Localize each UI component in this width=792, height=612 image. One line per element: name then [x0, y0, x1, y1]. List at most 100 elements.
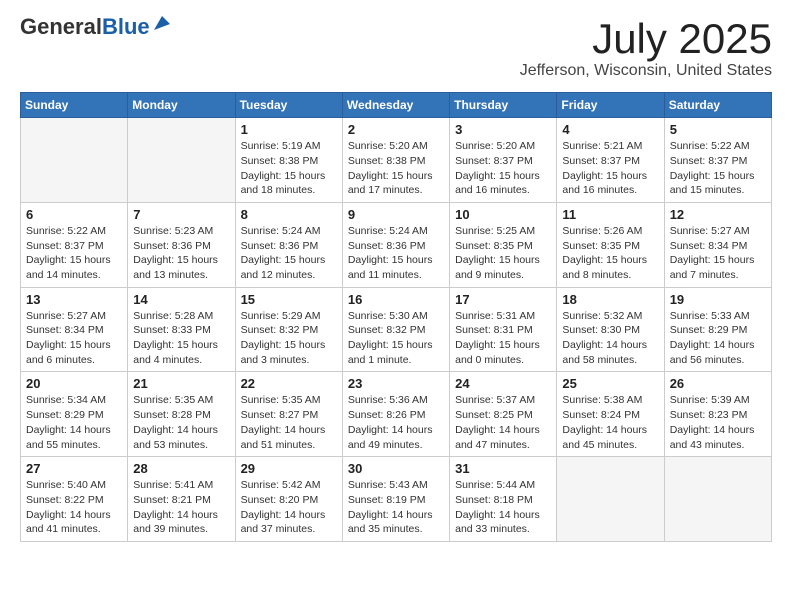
- day-number: 16: [348, 292, 444, 307]
- calendar-cell: 13Sunrise: 5:27 AMSunset: 8:34 PMDayligh…: [21, 287, 128, 372]
- calendar-cell: 11 Sunrise: 5:26 AMSunset: 8:35 PMDayligh…: [557, 202, 664, 287]
- day-number: 25: [562, 376, 658, 391]
- calendar-cell: 4 Sunrise: 5:21 AMSunset: 8:37 PMDaylight…: [557, 118, 664, 203]
- calendar-week-5: 27Sunrise: 5:40 AMSunset: 8:22 PMDayligh…: [21, 457, 772, 542]
- calendar-cell: 23 Sunrise: 5:36 AMSunset: 8:26 PMDayligh…: [342, 372, 449, 457]
- day-info: Sunrise: 5:27 AMSunset: 8:34 PMDaylight:…: [670, 224, 766, 283]
- day-info: Sunrise: 5:41 AMSunset: 8:21 PMDaylight:…: [133, 478, 229, 537]
- day-info: Sunrise: 5:21 AMSunset: 8:37 PMDaylight:…: [562, 139, 658, 198]
- day-number: 7: [133, 207, 229, 222]
- header-thursday: Thursday: [450, 93, 557, 118]
- calendar-cell: 5 Sunrise: 5:22 AMSunset: 8:37 PMDaylight…: [664, 118, 771, 203]
- calendar-cell: 27Sunrise: 5:40 AMSunset: 8:22 PMDayligh…: [21, 457, 128, 542]
- day-info: Sunrise: 5:42 AMSunset: 8:20 PMDaylight:…: [241, 478, 337, 537]
- day-info: Sunrise: 5:35 AMSunset: 8:28 PMDaylight:…: [133, 393, 229, 452]
- calendar-cell: 19 Sunrise: 5:33 AMSunset: 8:29 PMDayligh…: [664, 287, 771, 372]
- day-number: 8: [241, 207, 337, 222]
- day-number: 26: [670, 376, 766, 391]
- day-info: Sunrise: 5:20 AMSunset: 8:37 PMDaylight:…: [455, 139, 551, 198]
- calendar-cell: 8 Sunrise: 5:24 AMSunset: 8:36 PMDaylight…: [235, 202, 342, 287]
- header-friday: Friday: [557, 93, 664, 118]
- header-wednesday: Wednesday: [342, 93, 449, 118]
- day-info: Sunrise: 5:44 AMSunset: 8:18 PMDaylight:…: [455, 478, 551, 537]
- calendar-cell: 28 Sunrise: 5:41 AMSunset: 8:21 PMDayligh…: [128, 457, 235, 542]
- calendar-cell: 6 Sunrise: 5:22 AMSunset: 8:37 PMDaylight…: [21, 202, 128, 287]
- day-number: 23: [348, 376, 444, 391]
- day-info: Sunrise: 5:32 AMSunset: 8:30 PMDaylight:…: [562, 309, 658, 368]
- calendar-week-3: 13Sunrise: 5:27 AMSunset: 8:34 PMDayligh…: [21, 287, 772, 372]
- logo-bird-icon: [152, 14, 170, 32]
- day-number: 11: [562, 207, 658, 222]
- day-number: 6: [26, 207, 122, 222]
- day-number: 28: [133, 461, 229, 476]
- day-info: Sunrise: 5:26 AMSunset: 8:35 PMDaylight:…: [562, 224, 658, 283]
- day-number: 21: [133, 376, 229, 391]
- day-number: 2: [348, 122, 444, 137]
- calendar-cell: [557, 457, 664, 542]
- calendar-cell: 15 Sunrise: 5:29 AMSunset: 8:32 PMDayligh…: [235, 287, 342, 372]
- calendar-header-row: Sunday Monday Tuesday Wednesday Thursday…: [21, 93, 772, 118]
- day-info: Sunrise: 5:28 AMSunset: 8:33 PMDaylight:…: [133, 309, 229, 368]
- day-info: Sunrise: 5:22 AMSunset: 8:37 PMDaylight:…: [670, 139, 766, 198]
- calendar-table: Sunday Monday Tuesday Wednesday Thursday…: [20, 92, 772, 542]
- calendar-cell: [128, 118, 235, 203]
- calendar-cell: 25 Sunrise: 5:38 AMSunset: 8:24 PMDayligh…: [557, 372, 664, 457]
- day-number: 22: [241, 376, 337, 391]
- day-number: 18: [562, 292, 658, 307]
- day-info: Sunrise: 5:35 AMSunset: 8:27 PMDaylight:…: [241, 393, 337, 452]
- calendar-cell: 10Sunrise: 5:25 AMSunset: 8:35 PMDayligh…: [450, 202, 557, 287]
- day-number: 10: [455, 207, 551, 222]
- header-sunday: Sunday: [21, 93, 128, 118]
- calendar-week-4: 20Sunrise: 5:34 AMSunset: 8:29 PMDayligh…: [21, 372, 772, 457]
- day-number: 17: [455, 292, 551, 307]
- header: GeneralBlue July 2025 Jefferson, Wiscons…: [20, 16, 772, 80]
- day-info: Sunrise: 5:38 AMSunset: 8:24 PMDaylight:…: [562, 393, 658, 452]
- day-info: Sunrise: 5:40 AMSunset: 8:22 PMDaylight:…: [26, 478, 122, 537]
- header-monday: Monday: [128, 93, 235, 118]
- calendar-cell: 24 Sunrise: 5:37 AMSunset: 8:25 PMDayligh…: [450, 372, 557, 457]
- calendar-cell: 22 Sunrise: 5:35 AMSunset: 8:27 PMDayligh…: [235, 372, 342, 457]
- calendar-cell: 7 Sunrise: 5:23 AMSunset: 8:36 PMDaylight…: [128, 202, 235, 287]
- calendar-cell: 17 Sunrise: 5:31 AMSunset: 8:31 PMDayligh…: [450, 287, 557, 372]
- day-number: 29: [241, 461, 337, 476]
- day-number: 5: [670, 122, 766, 137]
- calendar-cell: 21 Sunrise: 5:35 AMSunset: 8:28 PMDayligh…: [128, 372, 235, 457]
- day-number: 13: [26, 292, 122, 307]
- page-title: July 2025: [520, 16, 772, 62]
- day-number: 19: [670, 292, 766, 307]
- day-info: Sunrise: 5:19 AMSunset: 8:38 PMDaylight:…: [241, 139, 337, 198]
- calendar-cell: 26Sunrise: 5:39 AMSunset: 8:23 PMDayligh…: [664, 372, 771, 457]
- calendar-week-2: 6 Sunrise: 5:22 AMSunset: 8:37 PMDaylight…: [21, 202, 772, 287]
- day-info: Sunrise: 5:30 AMSunset: 8:32 PMDaylight:…: [348, 309, 444, 368]
- day-info: Sunrise: 5:24 AMSunset: 8:36 PMDaylight:…: [241, 224, 337, 283]
- calendar-cell: 14Sunrise: 5:28 AMSunset: 8:33 PMDayligh…: [128, 287, 235, 372]
- day-info: Sunrise: 5:43 AMSunset: 8:19 PMDaylight:…: [348, 478, 444, 537]
- header-saturday: Saturday: [664, 93, 771, 118]
- day-info: Sunrise: 5:36 AMSunset: 8:26 PMDaylight:…: [348, 393, 444, 452]
- day-info: Sunrise: 5:29 AMSunset: 8:32 PMDaylight:…: [241, 309, 337, 368]
- calendar-cell: 1Sunrise: 5:19 AMSunset: 8:38 PMDaylight…: [235, 118, 342, 203]
- calendar-cell: 16 Sunrise: 5:30 AMSunset: 8:32 PMDayligh…: [342, 287, 449, 372]
- calendar-cell: 30Sunrise: 5:43 AMSunset: 8:19 PMDayligh…: [342, 457, 449, 542]
- day-number: 15: [241, 292, 337, 307]
- day-number: 4: [562, 122, 658, 137]
- calendar-cell: 2Sunrise: 5:20 AMSunset: 8:38 PMDaylight…: [342, 118, 449, 203]
- day-info: Sunrise: 5:23 AMSunset: 8:36 PMDaylight:…: [133, 224, 229, 283]
- title-block: July 2025 Jefferson, Wisconsin, United S…: [520, 16, 772, 80]
- day-info: Sunrise: 5:31 AMSunset: 8:31 PMDaylight:…: [455, 309, 551, 368]
- logo-text: GeneralBlue: [20, 16, 150, 38]
- day-info: Sunrise: 5:24 AMSunset: 8:36 PMDaylight:…: [348, 224, 444, 283]
- day-info: Sunrise: 5:22 AMSunset: 8:37 PMDaylight:…: [26, 224, 122, 283]
- calendar-week-1: 1Sunrise: 5:19 AMSunset: 8:38 PMDaylight…: [21, 118, 772, 203]
- day-number: 31: [455, 461, 551, 476]
- day-number: 9: [348, 207, 444, 222]
- calendar-cell: 12Sunrise: 5:27 AMSunset: 8:34 PMDayligh…: [664, 202, 771, 287]
- calendar-cell: 29 Sunrise: 5:42 AMSunset: 8:20 PMDayligh…: [235, 457, 342, 542]
- calendar-cell: 31 Sunrise: 5:44 AMSunset: 8:18 PMDayligh…: [450, 457, 557, 542]
- calendar-cell: 9 Sunrise: 5:24 AMSunset: 8:36 PMDaylight…: [342, 202, 449, 287]
- day-info: Sunrise: 5:33 AMSunset: 8:29 PMDaylight:…: [670, 309, 766, 368]
- calendar-cell: 18 Sunrise: 5:32 AMSunset: 8:30 PMDayligh…: [557, 287, 664, 372]
- day-number: 24: [455, 376, 551, 391]
- day-info: Sunrise: 5:37 AMSunset: 8:25 PMDaylight:…: [455, 393, 551, 452]
- page-subtitle: Jefferson, Wisconsin, United States: [520, 62, 772, 80]
